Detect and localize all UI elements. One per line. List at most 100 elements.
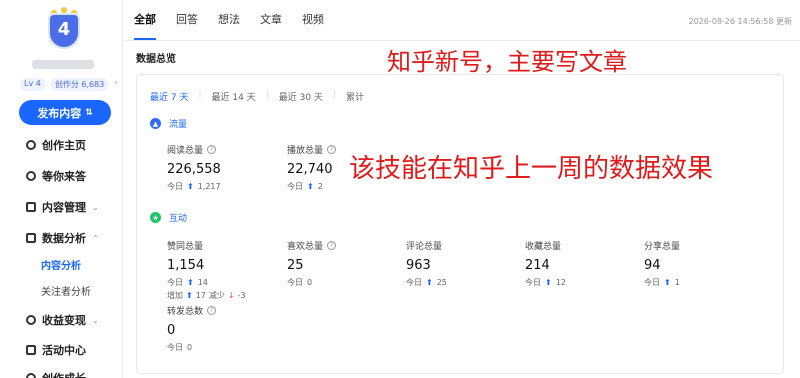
updated-timestamp: 2026-08-26 14:56:58 更新 <box>688 17 792 26</box>
interaction-icon: ★ <box>150 212 161 223</box>
metric-likes: 喜欢总量? 25 今日 0 <box>287 239 397 288</box>
metric-reads: 阅读总量? 226,558 今日 ⬆ 1,217 <box>167 143 277 192</box>
traffic-group-header: ▲ 流量 <box>150 117 187 130</box>
sidebar-item-income[interactable]: 收益变现 ⌄ <box>26 311 99 329</box>
today-label: 今日 <box>167 343 183 352</box>
metric-label: 赞同总量 <box>167 242 204 252</box>
range-7-days[interactable]: 最近 7 天 <box>150 90 188 103</box>
person-icon <box>26 140 36 150</box>
badge-level: 4 <box>57 19 71 40</box>
sidebar-item-label: 创作成长 <box>42 370 86 378</box>
sidebar-item-content[interactable]: 内容管理 ⌄ <box>26 198 99 216</box>
tab-ideas[interactable]: 想法 <box>218 0 240 40</box>
today-label: 今日 <box>525 278 541 287</box>
username-blurred[interactable] <box>32 60 94 69</box>
help-icon[interactable]: ? <box>207 306 217 315</box>
tab-divider <box>123 40 800 41</box>
tab-answers[interactable]: 回答 <box>176 0 198 40</box>
today-value: 1,217 <box>197 182 221 191</box>
metric-label: 评论总量 <box>406 242 443 252</box>
arrow-up-icon: ⬆ <box>426 278 433 287</box>
metric-label: 收藏总量 <box>525 242 562 252</box>
swap-icon: ⇅ <box>85 107 93 118</box>
today-label: 今日 <box>167 278 183 287</box>
tab-videos[interactable]: 视频 <box>302 0 324 40</box>
sidebar-item-home[interactable]: 创作主页 <box>26 136 86 154</box>
today-value: 25 <box>436 278 447 287</box>
help-icon[interactable]: ? <box>327 241 337 250</box>
chevron-right-icon: › <box>114 78 118 87</box>
metric-value: 963 <box>406 258 431 273</box>
range-total[interactable]: 累计 <box>346 90 364 103</box>
range-divider: | <box>332 90 336 100</box>
metric-upvotes: 赞同总量 1,154 今日 ⬆ 14 增加 ⬆ 17 减少 ↓ -3 <box>167 239 277 301</box>
arrow-up-icon: ⬆ <box>187 278 194 287</box>
sidebar-item-activity[interactable]: 活动中心 <box>26 341 86 359</box>
metric-value: 25 <box>287 258 304 273</box>
metric-forwards: 转发总数? 0 今日 0 <box>167 304 277 353</box>
sidebar: 4 Lv 4 创作分 6,683 › 发布内容 ⇅ 创作主页 等你来答 内容管理… <box>0 0 122 378</box>
range-divider: | <box>198 90 202 100</box>
money-icon <box>26 315 36 325</box>
sidebar-item-label: 活动中心 <box>42 344 86 357</box>
level-row[interactable]: Lv 4 创作分 6,683 › <box>20 78 117 91</box>
decrease-label: 减少 <box>208 291 225 300</box>
today-value: 12 <box>555 278 566 287</box>
metric-value: 214 <box>525 258 550 273</box>
today-value: 0 <box>187 343 193 352</box>
metric-comments: 评论总量 963 今日 ⬆ 25 <box>406 239 516 288</box>
sidebar-subitem-follower-analysis[interactable]: 关注者分析 <box>41 283 91 298</box>
sidebar-item-label: 内容管理 <box>42 201 86 214</box>
arrow-up-icon: ⬆ <box>186 291 193 300</box>
level-badge-icon: 4 <box>45 7 83 52</box>
flag-icon <box>26 345 36 355</box>
today-label: 今日 <box>287 278 303 287</box>
chevron-up-icon: ⌃ <box>92 233 99 243</box>
tab-articles[interactable]: 文章 <box>260 0 282 40</box>
metric-value: 226,558 <box>167 162 221 177</box>
metric-label: 播放总量 <box>287 146 324 156</box>
metric-shares: 分享总量 94 今日 ⬆ 1 <box>644 239 754 288</box>
decrease-value: -3 <box>237 291 246 300</box>
annotation-top: 知乎新号，主要写文章 <box>387 48 627 76</box>
today-label: 今日 <box>644 278 660 287</box>
metric-value: 94 <box>644 258 661 273</box>
content-tabs: 全部 回答 想法 文章 视频 <box>134 0 324 40</box>
publish-label: 发布内容 <box>37 106 82 120</box>
today-value: 1 <box>674 278 680 287</box>
metric-value: 0 <box>167 323 176 338</box>
metric-favorites: 收藏总量 214 今日 ⬆ 12 <box>525 239 635 288</box>
range-14-days[interactable]: 最近 14 天 <box>212 90 256 103</box>
sidebar-item-label: 数据分析 <box>42 232 86 245</box>
help-icon[interactable]: ? <box>207 145 217 154</box>
level-tag: Lv 4 <box>20 78 45 91</box>
today-label: 今日 <box>167 182 183 191</box>
sidebar-subitem-content-analysis[interactable]: 内容分析 <box>41 257 81 272</box>
range-30-days[interactable]: 最近 30 天 <box>279 90 323 103</box>
metric-label: 喜欢总量 <box>287 242 324 252</box>
today-label: 今日 <box>287 182 303 191</box>
metric-label: 分享总量 <box>644 242 681 252</box>
tab-all[interactable]: 全部 <box>134 0 156 40</box>
increase-value: 17 <box>195 291 206 300</box>
compass-icon <box>26 171 36 181</box>
section-title: 数据总览 <box>136 54 176 65</box>
arrow-up-icon: ⬆ <box>664 278 671 287</box>
help-icon[interactable]: ? <box>327 145 337 154</box>
today-value: 0 <box>307 278 313 287</box>
sidebar-item-label: 创作主页 <box>42 139 86 152</box>
today-value: 2 <box>317 182 323 191</box>
arrow-up-icon: ⬆ <box>187 182 194 191</box>
metric-label: 阅读总量 <box>167 146 204 156</box>
interaction-group-header: ★ 互动 <box>150 211 187 224</box>
sidebar-item-answer[interactable]: 等你来答 <box>26 167 86 185</box>
range-divider: | <box>265 90 269 100</box>
sidebar-item-label: 收益变现 <box>42 314 86 327</box>
publish-content-button[interactable]: 发布内容 ⇅ <box>19 100 111 125</box>
today-value: 14 <box>197 278 208 287</box>
traffic-icon: ▲ <box>150 118 161 129</box>
sidebar-item-growth[interactable]: 创作成长 <box>26 369 86 378</box>
growth-icon <box>26 373 36 378</box>
arrow-up-icon: ⬆ <box>545 278 552 287</box>
sidebar-item-analytics[interactable]: 数据分析 ⌃ <box>26 229 99 247</box>
